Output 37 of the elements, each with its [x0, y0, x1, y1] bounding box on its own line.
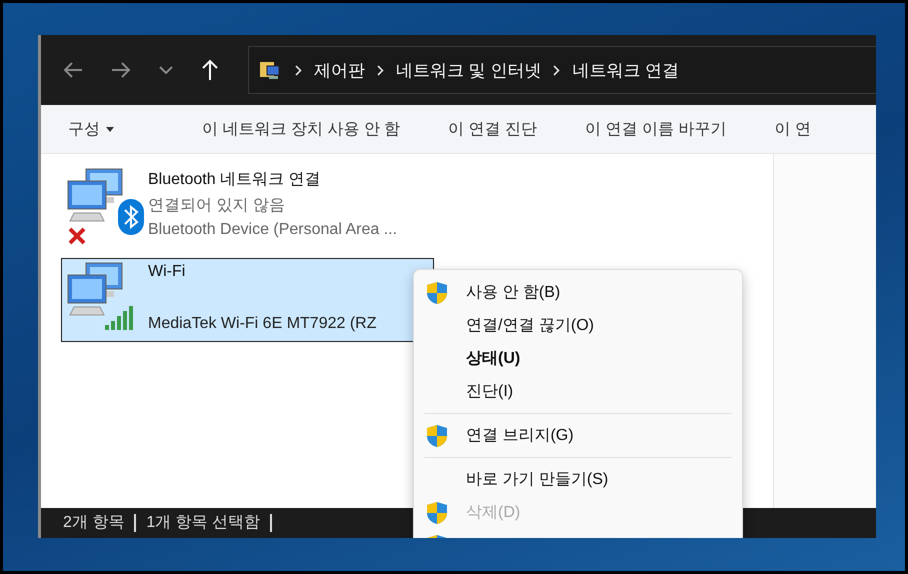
bluetooth-icon — [118, 199, 144, 235]
connection-item[interactable]: Bluetooth 네트워크 연결 연결되어 있지 않음 Bluetooth Device (Personal Area ... — [61, 164, 434, 248]
breadcrumb-item[interactable]: 제어판 — [314, 58, 365, 82]
command-button[interactable]: 이 네트워크 장치 사용 안 함 — [202, 118, 400, 140]
command-button[interactable]: 이 연결 진단 — [448, 118, 538, 140]
device-name: MediaTek Wi-Fi 6E MT7922 (RZ — [148, 315, 376, 334]
shield-icon — [426, 280, 448, 304]
command-button[interactable]: 구성 — [68, 118, 114, 140]
breadcrumb-item[interactable]: 네트워크 및 인터넷 — [396, 58, 542, 82]
chevron-down-icon[interactable] — [159, 66, 173, 74]
status-text: 1개 항목 선택함 — [146, 514, 272, 532]
command-button[interactable]: 이 연결 이름 바꾸기 — [585, 118, 726, 140]
caret-icon — [106, 126, 114, 132]
menu-item[interactable]: 진단(I) — [418, 375, 738, 408]
chevron-right-icon — [553, 64, 560, 76]
shield-icon — [426, 500, 448, 524]
device-name: Bluetooth Device (Personal Area ... — [148, 221, 398, 240]
address-bar[interactable]: 제어판 네트워크 및 인터넷 네트워크 연결 — [248, 46, 876, 94]
menu-item[interactable]: 연결 브리지(G) — [418, 419, 738, 452]
connection-status: 연결되어 있지 않음 — [148, 196, 286, 216]
x-mark-icon — [67, 227, 87, 245]
connection-item[interactable]: Wi-Fi MediaTek Wi-Fi 6E MT7922 (RZ — [61, 258, 434, 342]
connection-name: Wi-Fi — [148, 263, 186, 282]
connection-name: Bluetooth 네트워크 연결 — [148, 170, 322, 190]
chevron-right-icon — [377, 64, 384, 76]
command-button[interactable]: 이 연 — [774, 118, 811, 140]
breadcrumb-item[interactable]: 네트워크 연결 — [572, 58, 680, 82]
status-text: 2개 항목 — [63, 514, 136, 532]
up-arrow-icon[interactable] — [201, 59, 219, 81]
shield-icon — [426, 424, 448, 448]
chevron-right-icon — [295, 64, 302, 76]
menu-item[interactable]: 바로 가기 만들기(S) — [418, 463, 738, 496]
folder-computer-icon — [259, 59, 281, 81]
forward-arrow-icon[interactable] — [111, 61, 131, 79]
menu-item[interactable]: 상태(U) — [418, 342, 738, 375]
signal-bars-icon — [104, 305, 136, 331]
back-arrow-icon[interactable] — [63, 61, 83, 79]
